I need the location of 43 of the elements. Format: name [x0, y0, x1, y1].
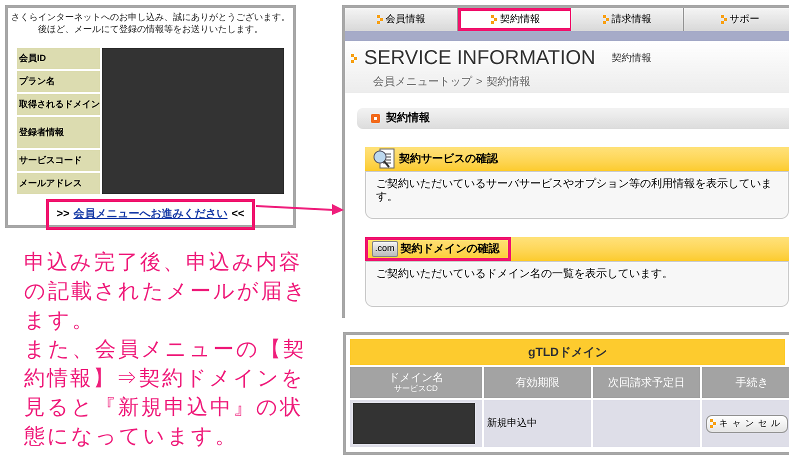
menu-tab[interactable]: 契約情報	[458, 8, 571, 31]
square-bullet-icon	[371, 114, 380, 123]
magnifier-document-icon	[372, 148, 396, 170]
cancel-button[interactable]: キャンセル	[706, 414, 788, 432]
menu-tab[interactable]: サポー	[684, 8, 789, 31]
bullet-icon	[376, 15, 384, 24]
table-title: gTLDドメイン	[528, 344, 607, 361]
card-description: ご契約いただいているサーバサービスやオプション等の利用情報を表示しています。	[376, 178, 772, 204]
bullet-icon	[602, 15, 610, 24]
bullet-icon	[491, 15, 498, 24]
page-subtitle: 契約情報	[612, 52, 652, 66]
field-label: メールアドレス	[17, 173, 100, 194]
confirmation-message: さくらインターネットへのお申し込み、誠にありがとうございます。	[11, 11, 290, 23]
com-badge: .com	[372, 241, 398, 257]
breadcrumb-separator: >	[476, 75, 482, 90]
bullet-icon	[720, 15, 728, 24]
menu-tab[interactable]: 会員情報	[345, 8, 458, 31]
caption-paragraph: また、会員メニューの【契約情報】⇒契約ドメインを見ると『新規申込中』の状態になっています。	[24, 337, 307, 450]
link-prefix: >>	[56, 207, 70, 222]
field-label: サービスコード	[17, 150, 100, 171]
breadcrumb-link[interactable]: 会員メニュートップ	[373, 74, 472, 90]
field-label: プラン名	[17, 71, 100, 92]
column-header: 手続き	[702, 367, 789, 398]
bullet-icon	[351, 54, 358, 62]
field-label: 取得されるドメイン	[17, 94, 100, 115]
column-header: ドメイン名 サービスCD	[350, 367, 482, 398]
confirmation-message: 後ほど、メールにて登録の情報等をお送りいたします。	[38, 23, 263, 35]
column-header: 次回請求予定日	[593, 367, 700, 398]
card-heading: 契約ドメインの確認	[400, 242, 500, 257]
bullet-icon	[710, 419, 717, 428]
column-header: 有効期限	[484, 367, 591, 398]
link-suffix: <<	[232, 207, 244, 222]
table-cell: 新規申込中	[484, 400, 591, 447]
card-heading: 契約サービスの確認	[399, 152, 498, 167]
menu-tab[interactable]: 請求情報	[571, 8, 684, 31]
field-label: 登録者情報	[17, 117, 100, 148]
page-title: SERVICE INFORMATION	[364, 47, 596, 69]
field-label: 会員ID	[17, 48, 100, 69]
breadcrumb-current: 契約情報	[486, 75, 530, 90]
member-menu-link[interactable]: 会員メニューへお進みください	[74, 206, 228, 222]
section-title: 契約情報	[386, 110, 430, 126]
card-description: ご契約いただいているドメイン名の一覧を表示しています。	[376, 268, 674, 281]
caption-paragraph: 申込み完了後、申込み内容の記載されたメールが届きます。	[24, 250, 309, 334]
